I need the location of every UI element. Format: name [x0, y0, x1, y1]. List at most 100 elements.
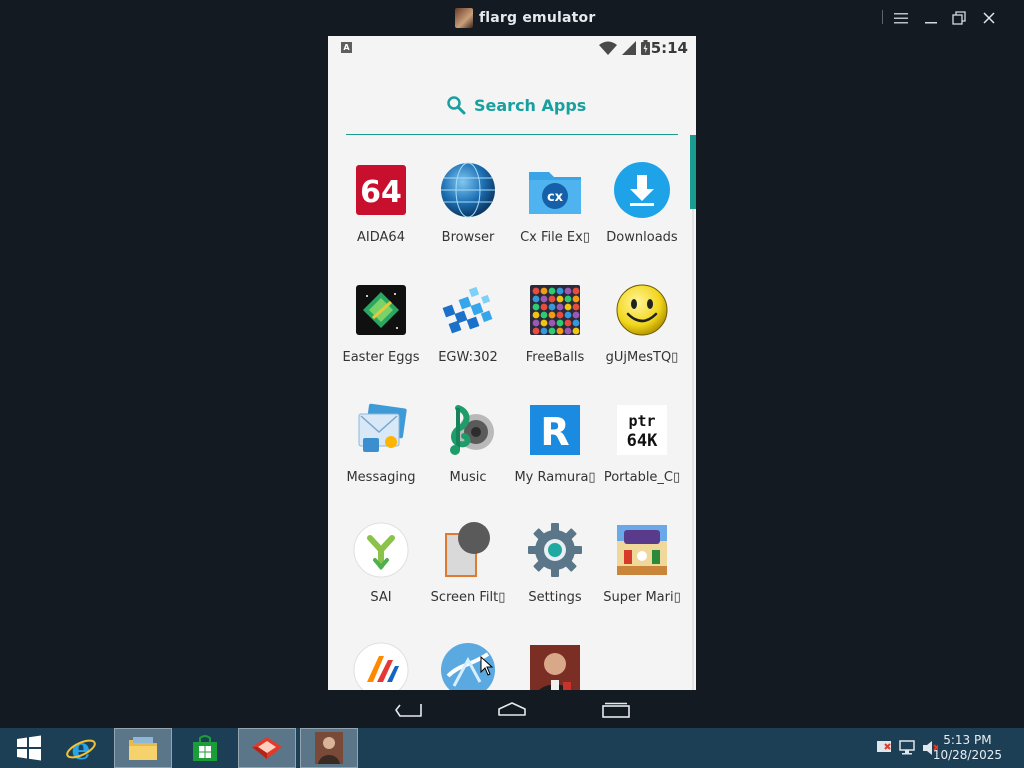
app-label: SAI	[370, 590, 392, 605]
app-freeballs[interactable]: FreeBalls	[511, 282, 599, 392]
app-photo[interactable]	[511, 642, 599, 690]
app-label: My Ramura▯	[514, 470, 596, 485]
internet-explorer-icon: e	[66, 733, 96, 763]
app-label: Screen Filt▯	[430, 590, 506, 605]
taskbar-file-explorer[interactable]	[114, 728, 172, 768]
home-icon[interactable]	[498, 702, 526, 716]
svg-text:R: R	[540, 410, 569, 454]
easter-eggs-icon	[356, 285, 406, 335]
app-label: Super Mari▯	[603, 590, 681, 605]
app-my-ramura[interactable]: R My Ramura▯	[511, 402, 599, 512]
status-bar: A 5:14	[328, 36, 696, 60]
app-aida64[interactable]: 64 AIDA64	[337, 162, 425, 272]
wifi-icon	[599, 41, 617, 55]
status-icons	[599, 40, 650, 55]
app-vanced[interactable]	[337, 642, 425, 690]
clock-date: 10/28/2025	[932, 748, 1002, 762]
egw-icon	[442, 286, 493, 334]
svg-text:ptr: ptr	[628, 412, 655, 430]
recents-icon[interactable]	[602, 702, 630, 718]
menu-icon[interactable]	[890, 8, 912, 28]
scrollbar-track	[692, 209, 694, 690]
messaging-icon	[358, 403, 407, 452]
windows-start-icon	[17, 735, 41, 761]
app-sai[interactable]: SAI	[337, 522, 425, 632]
app-screen-filter[interactable]: Screen Filt▯	[424, 522, 512, 632]
restore-icon[interactable]	[948, 8, 970, 28]
aida64-icon: 64	[356, 165, 406, 215]
portable-c-icon: ptr64K	[617, 405, 667, 455]
vanced-icon	[353, 642, 409, 690]
status-time: 5:14	[650, 39, 688, 57]
android-nav-bar	[328, 690, 696, 728]
app-messaging[interactable]: Messaging	[337, 402, 425, 512]
app-label: gUjMesTQ▯	[605, 350, 679, 365]
photo-person-icon	[530, 645, 580, 690]
smiley-icon	[616, 284, 668, 336]
taskbar-red-app[interactable]	[238, 728, 296, 768]
taskbar-flarg-emulator[interactable]	[300, 728, 358, 768]
scrollbar-thumb[interactable]	[690, 135, 696, 209]
music-icon	[450, 405, 494, 455]
flarg-emulator-icon	[315, 732, 343, 764]
taskbar-store[interactable]	[176, 728, 234, 768]
app-gujmestq[interactable]: gUjMesTQ▯	[598, 282, 686, 392]
app-blue[interactable]	[424, 642, 512, 690]
svg-text:64: 64	[360, 175, 402, 210]
emulator-title-bar: flarg emulator	[0, 0, 1024, 36]
action-center-icon[interactable]	[876, 740, 892, 756]
window-title: flarg emulator	[479, 10, 596, 26]
app-music[interactable]: Music	[424, 402, 512, 512]
app-label: Music	[449, 470, 487, 485]
sai-icon	[353, 522, 409, 578]
app-cx-file-explorer[interactable]: cx Cx File Ex▯	[511, 162, 599, 272]
svg-text:e: e	[71, 733, 90, 763]
taskbar-internet-explorer[interactable]: e	[52, 728, 110, 768]
app-settings[interactable]: Settings	[511, 522, 599, 632]
app-label: EGW:302	[438, 350, 498, 365]
screen-filter-icon	[445, 522, 490, 577]
close-icon[interactable]	[978, 8, 1000, 28]
settings-gear-icon	[528, 523, 582, 577]
super-mario-icon	[617, 525, 667, 575]
app-label: FreeBalls	[525, 350, 585, 365]
search-label: Search Apps	[474, 95, 587, 115]
app-browser[interactable]: Browser	[424, 162, 512, 272]
app-label: Easter Eggs	[342, 350, 420, 365]
app-label: AIDA64	[357, 230, 405, 245]
browser-globe-icon	[441, 162, 495, 218]
red-app-icon	[252, 737, 282, 759]
minimize-icon[interactable]	[920, 8, 942, 28]
signal-icon	[622, 40, 636, 55]
svg-text:cx: cx	[547, 190, 564, 205]
windows-taskbar: e 5:13 PM 10/28/2025	[0, 728, 1024, 768]
taskbar-clock[interactable]: 5:13 PM 10/28/2025	[933, 733, 1002, 763]
app-label: Downloads	[606, 230, 678, 245]
notification-badge: A	[341, 42, 352, 53]
search-underline	[346, 134, 678, 135]
my-ramura-icon: R	[530, 405, 580, 455]
app-egw[interactable]: EGW:302	[424, 282, 512, 392]
app-label: Browser	[441, 230, 495, 245]
app-portable-c[interactable]: ptr 64K Portable_C▯	[598, 402, 686, 512]
app-downloads[interactable]: Downloads	[598, 162, 686, 272]
flarg-emulator-icon	[455, 8, 473, 28]
android-screen: A 5:14 Search Apps 64 AIDA64 Browser cx …	[328, 36, 696, 690]
battery-icon	[641, 40, 650, 55]
svg-text:64K: 64K	[627, 431, 658, 451]
title-group: flarg emulator	[455, 8, 595, 28]
cx-file-explorer-icon: cx	[529, 172, 581, 214]
file-explorer-icon	[129, 737, 157, 760]
app-label: Settings	[528, 590, 582, 605]
app-super-mario[interactable]: Super Mari▯	[598, 522, 686, 632]
clock-time: 5:13 PM	[943, 733, 992, 747]
freeballs-icon	[530, 285, 580, 335]
app-easter-eggs[interactable]: Easter Eggs	[337, 282, 425, 392]
app-label: Portable_C▯	[603, 470, 681, 485]
app-label: Messaging	[346, 470, 416, 485]
network-icon[interactable]	[899, 740, 915, 756]
mouse-cursor-icon	[480, 656, 494, 676]
start-button[interactable]	[0, 728, 58, 768]
back-icon[interactable]	[394, 702, 422, 718]
search-apps-field[interactable]: Search Apps	[446, 92, 586, 118]
